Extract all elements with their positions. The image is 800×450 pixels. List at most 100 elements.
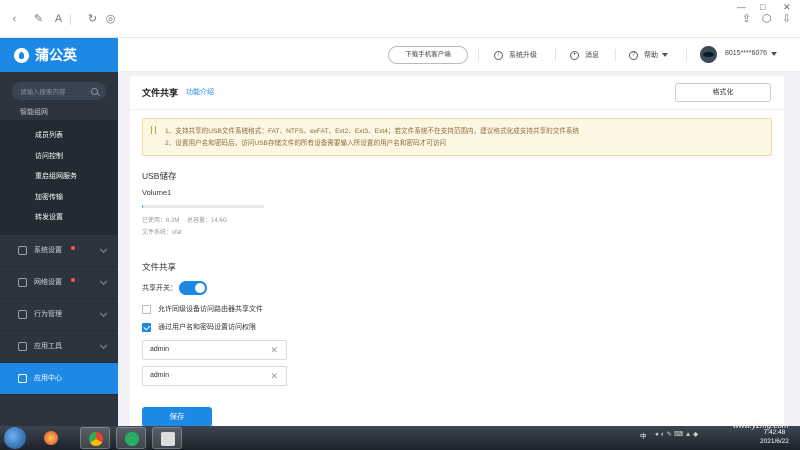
auth-access-checkbox[interactable] [142,322,151,332]
usb-section-title: USB储存 [142,171,177,181]
title-divider [130,109,784,110]
username-input[interactable]: admin ✕ [142,340,287,360]
usage-info: 已使用：6.3M 总容量：14.6G [142,215,233,224]
sidebar-search-input[interactable]: 请输入搜索内容 [12,82,106,100]
usage-progress-bar [142,205,264,208]
compass-icon[interactable]: ◎ [104,13,117,26]
volume-name: Volume1 [142,188,172,197]
header-divider [615,49,616,61]
auth-access-label: 通过用户名和密码设置访问权限 [158,324,256,331]
sidebar-item-system-settings[interactable]: 系统设置 [0,235,118,267]
header-divider [686,49,687,61]
sidebar-item-app-center[interactable]: 应用中心 [0,362,118,395]
clock-time: 7:42:48 [763,429,786,436]
edit-icon[interactable]: ✎ [32,13,45,26]
taskbar-app-viewer[interactable] [152,427,182,449]
sidebar-item-label: 行为管理 [34,311,62,318]
upgrade-icon: ↑ [494,50,503,60]
viewer-app-icon [161,432,175,446]
chevron-down-icon [99,245,108,253]
upgrade-label: 系统升级 [509,52,537,59]
gear-icon [18,245,27,255]
share-switch-row: 共享开关： [142,281,207,295]
password-input[interactable]: admin ✕ [142,366,287,386]
search-icon[interactable] [91,87,98,95]
notice-line-1: 1、支持共享的USB文件系统格式：FAT、NTFS、exFAT、Ext2、Ext… [165,128,580,135]
file-share-panel: 文件共享 功能介绍 格式化 1、支持共享的USB文件系统格式：FAT、NTFS、… [130,76,784,426]
clear-icon[interactable]: ✕ [270,367,278,385]
save-button[interactable]: 保存 [142,407,212,426]
share-switch-label: 共享开关： [142,285,177,292]
sidebar-item-members[interactable]: 成员列表 [0,126,118,147]
maximize-button[interactable]: □ [760,2,765,12]
taskbar-app-butterfly[interactable] [36,427,66,449]
minimize-button[interactable]: — [737,2,746,12]
header-divider [555,49,556,61]
sidebar-submenu: 成员列表 访问控制 重启组网服务 加密传输 转发设置 [0,120,118,235]
format-button[interactable]: 格式化 [675,83,771,102]
sidebar-item-network-settings[interactable]: 网络设置 [0,267,118,299]
messages-link[interactable]: • 消息 [570,50,599,60]
sidebar-group-header[interactable]: 智能组网 [0,106,118,120]
sidebar-item-forwarding[interactable]: 转发设置 [0,208,118,229]
avatar[interactable] [700,46,717,63]
cube-icon[interactable]: ⬡ [760,13,773,26]
password-value: admin [150,372,170,379]
account-id: 8015****6076 [725,50,768,57]
font-icon[interactable]: A [52,13,65,26]
taskbar-app-browser[interactable] [80,427,110,449]
share-icon[interactable]: ⇪ [740,13,753,26]
chevron-down-icon [99,341,108,349]
feature-intro-link[interactable]: 功能介绍 [186,87,214,97]
download-icon[interactable]: ⇩ [780,13,793,26]
clear-icon[interactable]: ✕ [270,341,278,359]
auth-access-option[interactable]: 通过用户名和密码设置访问权限 [142,322,256,332]
notice-box: 1、支持共享的USB文件系统格式：FAT、NTFS、exFAT、Ext2、Ext… [142,118,772,156]
download-app-button[interactable]: 下载手机客户端 [388,46,468,64]
sidebar-item-label: 应用工具 [34,343,62,350]
fs-label: 文件系统： [142,230,173,236]
share-section-title: 文件共享 [142,262,177,272]
toolbar-divider [70,14,71,25]
brand-logo[interactable]: 蒲公英 [0,38,118,72]
tray-icons[interactable]: ● ◐ ✎ ⌨ ▲ ◆ [655,430,698,438]
share-toggle[interactable] [179,281,207,295]
notification-badge [71,245,75,250]
close-button[interactable]: ✕ [783,2,791,13]
help-icon: ? [629,50,638,60]
refresh-icon[interactable]: ↻ [86,13,99,26]
back-icon[interactable]: ‹ [8,13,21,26]
used-label-value: 已使用：6.3M [142,218,180,224]
allow-peer-access-checkbox[interactable] [142,304,151,314]
os-taskbar: 中 ● ◐ ✎ ⌨ ▲ ◆ [0,426,800,450]
top-header: 下载手机客户端 ↑ 系统升级 • 消息 ? 帮助 8015****6076 [118,38,800,72]
chevron-down-icon [99,309,108,317]
sidebar-item-app-tools[interactable]: 应用工具 [0,331,118,363]
fs-value: vfat [172,230,182,236]
usage-progress-fill [142,205,144,208]
caret-down-icon [771,51,778,56]
total-label-value: 总容量：14.6G [187,218,228,224]
messages-label: 消息 [585,52,599,59]
account-menu[interactable]: 8015****6076 [725,50,778,57]
allow-peer-access-label: 允许同级设备访问路由器共享文件 [158,306,263,313]
sidebar-item-label: 系统设置 [34,247,62,254]
taskbar-app-wechat[interactable] [116,427,146,449]
system-upgrade-link[interactable]: ↑ 系统升级 [494,50,537,60]
ime-indicator[interactable]: 中 [640,430,647,440]
sidebar-item-restart-network[interactable]: 重启组网服务 [0,167,118,188]
tools-icon [18,341,27,351]
start-button[interactable] [4,427,26,449]
notification-badge [71,277,75,282]
allow-peer-access-option[interactable]: 允许同级设备访问路由器共享文件 [142,304,263,314]
help-menu[interactable]: ? 帮助 [629,50,668,60]
sidebar-item-encrypted-transfer[interactable]: 加密传输 [0,188,118,209]
system-clock[interactable]: 7:42:48 2021/6/22 [760,428,789,446]
sidebar-item-access-control[interactable]: 访问控制 [0,147,118,168]
help-label: 帮助 [644,52,658,59]
dandelion-logo-icon [14,47,29,63]
browser-app-icon [89,432,103,446]
behavior-icon [18,309,27,319]
sidebar-item-behavior-management[interactable]: 行为管理 [0,299,118,331]
notice-icon [151,126,156,134]
